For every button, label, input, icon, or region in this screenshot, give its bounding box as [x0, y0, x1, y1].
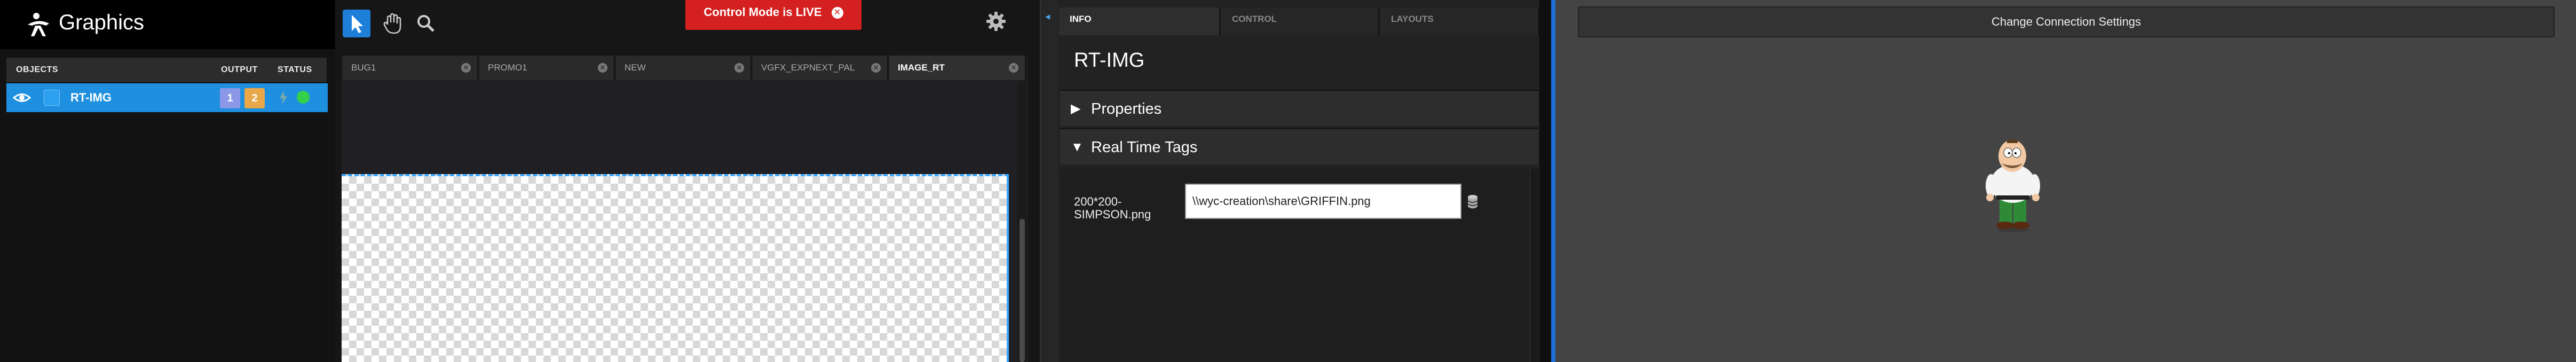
database-icon[interactable] [1467, 194, 1479, 209]
panel-splitter[interactable] [1040, 0, 1058, 362]
section-title: Properties [1091, 100, 1162, 117]
hand-tool-button[interactable] [379, 10, 407, 37]
tag-value-field[interactable] [1185, 184, 1461, 219]
tab-info[interactable]: INFO [1059, 7, 1220, 35]
object-row[interactable]: RT-IMG 1 2 [6, 83, 328, 112]
preview-panel [1555, 0, 2576, 362]
status-indicator-icon [297, 91, 310, 104]
info-vertical-scrollbar[interactable] [1530, 169, 1538, 362]
image-layer-icon [44, 90, 60, 106]
expand-caret-icon: ▶ [1071, 101, 1081, 116]
tab-new[interactable]: NEW ✕ [616, 56, 752, 80]
output-column-header[interactable]: OUTPUT [221, 65, 258, 75]
app-title: Graphics [59, 11, 145, 34]
preview-divider-accent [1551, 0, 1555, 362]
section-title: Real Time Tags [1091, 139, 1198, 156]
tab-label: VGFX_EXPNEXT_PAL [761, 62, 855, 73]
live-mode-banner[interactable]: Control Mode is LIVE ✕ [685, 0, 862, 30]
tab-label: NEW [625, 62, 646, 73]
close-tab-icon[interactable]: ✕ [871, 63, 881, 73]
object-name: RT-IMG [70, 91, 112, 104]
live-mode-text: Control Mode is LIVE [704, 5, 822, 19]
close-live-icon[interactable]: ✕ [831, 7, 843, 19]
status-bolt-icon [280, 91, 287, 105]
visibility-eye-icon[interactable] [13, 89, 31, 107]
objects-column-header[interactable]: OBJECTS [16, 65, 58, 75]
magnifier-icon [417, 15, 434, 32]
tab-image-rt[interactable]: IMAGE_RT ✕ [889, 56, 1026, 80]
change-connection-settings-button[interactable]: Change Connection Settings [1578, 6, 2555, 37]
app-header: Graphics [0, 0, 335, 49]
graphics-logo-icon [28, 13, 49, 36]
cartoon-character-image [1986, 140, 2040, 232]
zoom-tool-button[interactable] [412, 10, 440, 37]
object-title: RT-IMG [1074, 49, 1145, 72]
tab-label: IMAGE_RT [898, 62, 945, 73]
output-1-badge[interactable]: 1 [220, 88, 240, 108]
pointer-tool-button[interactable] [343, 10, 370, 37]
collapse-arrow-icon[interactable]: ◀ [1045, 13, 1050, 20]
tab-bug1[interactable]: BUG1 ✕ [343, 56, 478, 80]
close-tab-icon[interactable]: ✕ [461, 63, 471, 73]
tab-label: PROMO1 [488, 62, 527, 73]
hand-icon [383, 13, 401, 34]
properties-section-header[interactable]: ▶ Properties [1060, 90, 1538, 126]
tag-label: 200*200-SIMPSON.png [1074, 195, 1151, 221]
transparent-canvas[interactable] [342, 174, 1009, 362]
objects-panel [0, 0, 335, 362]
pointer-icon [352, 15, 363, 33]
tab-promo1[interactable]: PROMO1 ✕ [479, 56, 615, 80]
close-tab-icon[interactable]: ✕ [1009, 63, 1018, 73]
tab-layouts[interactable]: LAYOUTS [1380, 7, 1539, 35]
real-time-tags-section-header[interactable]: ▼ Real Time Tags [1060, 128, 1538, 164]
tab-control[interactable]: CONTROL [1221, 7, 1379, 35]
tab-label: BUG1 [351, 62, 376, 73]
collapse-caret-icon: ▼ [1071, 140, 1084, 154]
scrollbar-thumb[interactable] [1020, 219, 1025, 362]
objects-table-header: OBJECTS OUTPUT STATUS [6, 58, 327, 82]
output-2-badge[interactable]: 2 [244, 88, 265, 108]
close-tab-icon[interactable]: ✕ [734, 63, 744, 73]
status-column-header[interactable]: STATUS [278, 65, 312, 75]
gear-icon[interactable] [982, 7, 1010, 35]
tab-vgfx-expnext-pal[interactable]: VGFX_EXPNEXT_PAL ✕ [753, 56, 888, 80]
close-tab-icon[interactable]: ✕ [598, 63, 607, 73]
